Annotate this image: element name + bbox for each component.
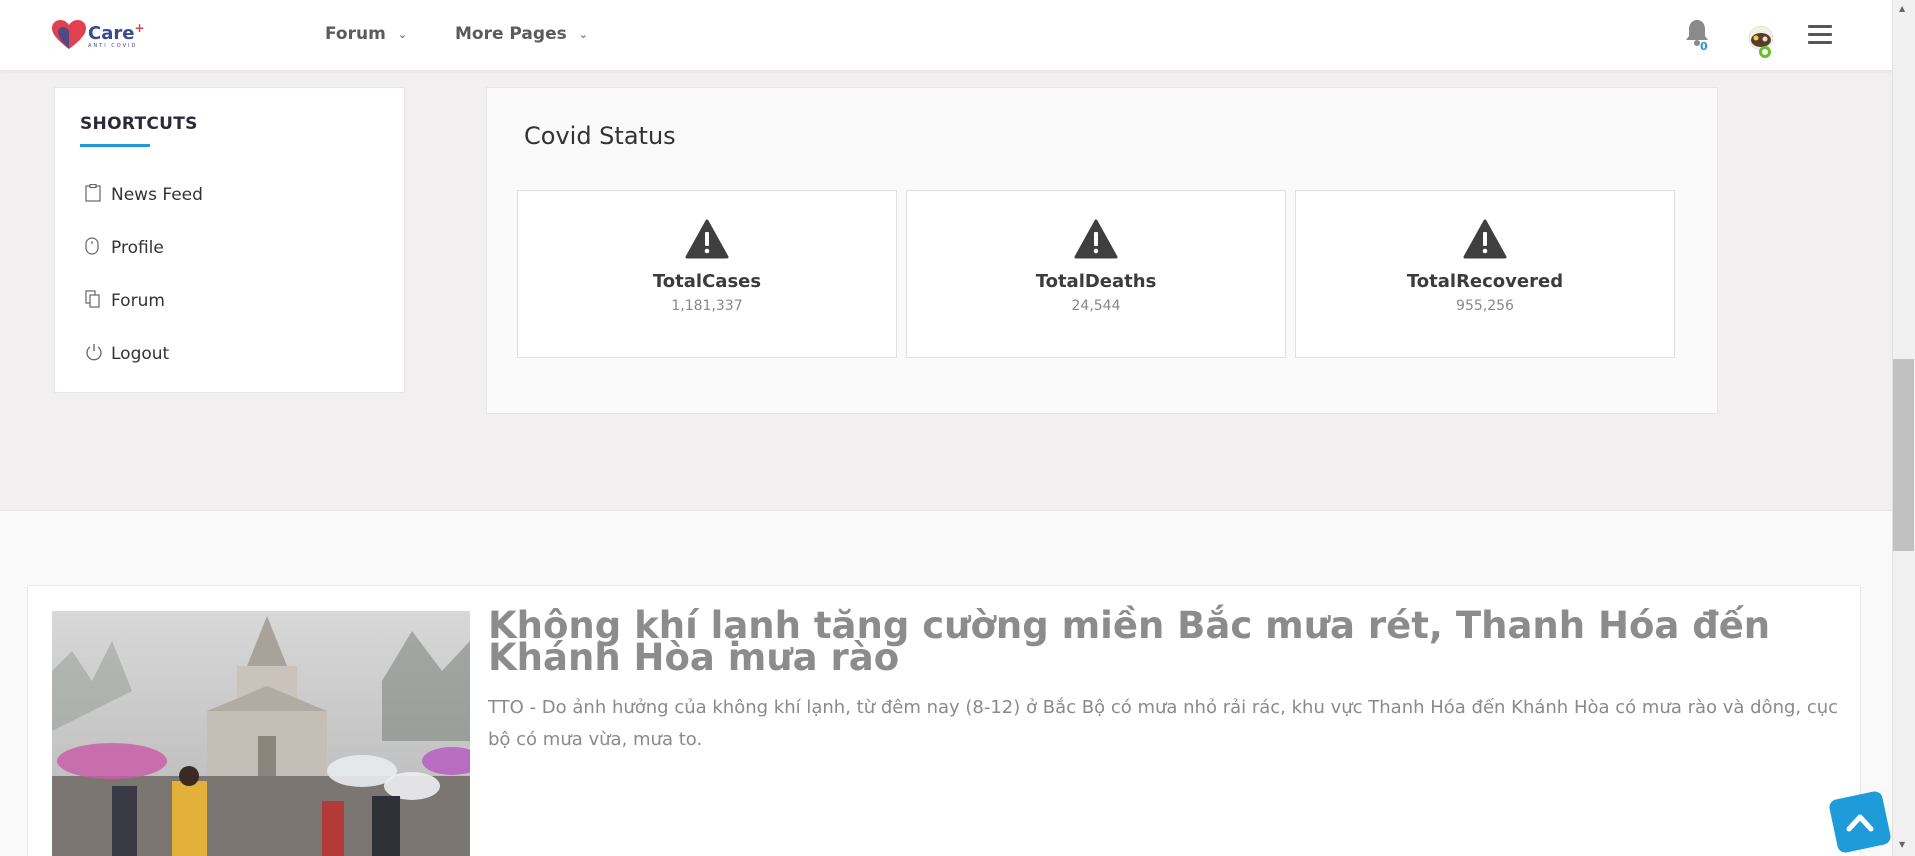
logo-plus: + — [134, 20, 145, 35]
logo-text: Care — [88, 22, 135, 44]
covid-status-panel: Covid Status TotalCases 1,181,337 TotalD… — [486, 87, 1718, 414]
chevron-down-icon: ⌄ — [397, 27, 408, 41]
stat-label: TotalCases — [652, 271, 762, 292]
power-icon — [85, 343, 111, 365]
shortcuts-title: SHORTCUTS — [80, 114, 198, 134]
top-navbar: Care+ ANTI COVID Forum ⌄ More Pages ⌄ 0 — [0, 0, 1892, 71]
shortcut-forum[interactable]: Forum — [85, 290, 165, 312]
online-status-indicator — [1759, 46, 1771, 58]
shortcut-label: Profile — [111, 238, 164, 258]
nav-more-pages-label: More Pages — [455, 24, 567, 44]
stat-value: 1,181,337 — [671, 298, 743, 314]
back-to-top-button[interactable] — [1827, 789, 1893, 855]
logo-subtitle: ANTI COVID — [88, 42, 138, 49]
news-title[interactable]: Không khí lạnh tăng cường miền Bắc mưa r… — [488, 607, 1848, 676]
nav-more-pages[interactable]: More Pages ⌄ — [455, 24, 588, 44]
shortcut-label: Forum — [111, 291, 165, 311]
stat-value: 24,544 — [1071, 298, 1121, 314]
stat-label: TotalDeaths — [1035, 271, 1157, 292]
warning-icon — [685, 219, 729, 259]
stat-card-total-recovered: TotalRecovered 955,256 — [1295, 190, 1675, 358]
chevron-up-icon — [1846, 814, 1874, 832]
stat-value: 955,256 — [1456, 298, 1514, 314]
warning-icon — [1463, 219, 1507, 259]
scrollbar-thumb[interactable] — [1893, 359, 1914, 551]
shortcut-logout[interactable]: Logout — [85, 343, 169, 365]
copy-icon — [85, 290, 111, 312]
title-underline — [80, 144, 150, 147]
nav-forum-label: Forum — [325, 24, 386, 44]
shortcut-profile[interactable]: Profile — [85, 237, 164, 259]
stat-card-total-cases: TotalCases 1,181,337 — [517, 190, 897, 358]
shortcuts-panel: SHORTCUTS News Feed Profile Forum Logout — [54, 87, 405, 393]
shortcut-news-feed[interactable]: News Feed — [85, 183, 203, 206]
news-card[interactable]: Không khí lạnh tăng cường miền Bắc mưa r… — [27, 585, 1861, 856]
scroll-down-arrow-icon[interactable]: ▼ — [1899, 840, 1905, 849]
clipboard-icon — [85, 183, 111, 206]
stat-card-total-deaths: TotalDeaths 24,544 — [906, 190, 1286, 358]
warning-icon — [1074, 219, 1118, 259]
covid-status-title: Covid Status — [524, 122, 676, 150]
news-description: TTO - Do ảnh hưởng của không khí lạnh, t… — [488, 697, 1839, 750]
mouse-icon — [85, 237, 111, 259]
shortcut-label: Logout — [111, 344, 170, 364]
shortcut-label: News Feed — [111, 185, 203, 205]
news-thumbnail[interactable] — [52, 611, 470, 856]
notification-count: 0 — [1700, 40, 1708, 53]
hamburger-menu-icon[interactable] — [1808, 25, 1832, 45]
stat-label: TotalRecovered — [1406, 271, 1564, 292]
heart-logo-icon — [52, 20, 86, 49]
scroll-up-arrow-icon[interactable]: ▲ — [1899, 4, 1905, 13]
logo[interactable]: Care+ ANTI COVID — [52, 20, 145, 50]
nav-forum[interactable]: Forum ⌄ — [325, 24, 407, 44]
chevron-down-icon: ⌄ — [578, 27, 588, 41]
